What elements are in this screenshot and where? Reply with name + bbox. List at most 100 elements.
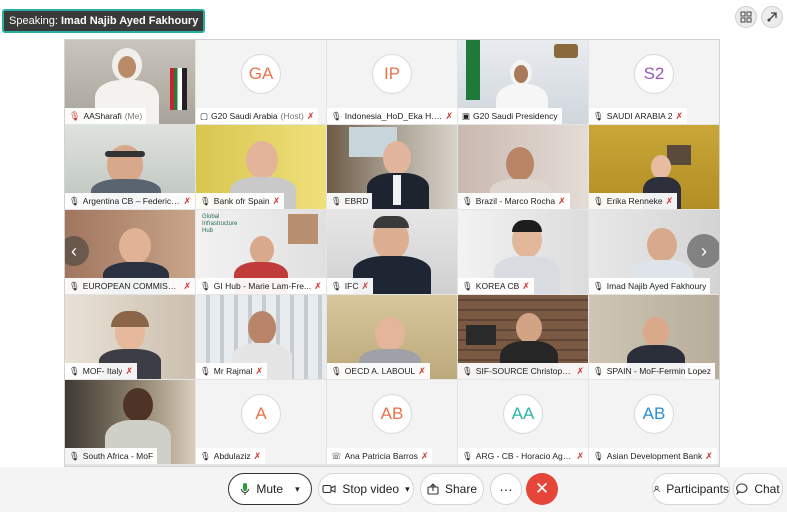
participant-name: MOF- Italy bbox=[82, 366, 123, 376]
video-tile[interactable]: A 🎙 Abdulaziz ✗ bbox=[196, 380, 326, 464]
video-tile[interactable]: 🎙 AASharafi (Me) bbox=[65, 40, 195, 124]
tile-label: 🎙 Mr Rajmal ✗ bbox=[196, 363, 268, 379]
tile-label: 🎙 EBRD bbox=[327, 193, 373, 209]
mute-label: Mute bbox=[256, 482, 284, 496]
video-tile[interactable]: 🎙 Mr Rajmal ✗ bbox=[196, 295, 326, 379]
tile-label: 🎙 Abdulaziz ✗ bbox=[196, 448, 266, 464]
participant-role: (Host) bbox=[280, 111, 304, 121]
video-tile[interactable]: ‹ 🎙 EUROPEAN COMMISSION ✗ bbox=[65, 210, 195, 294]
microphone-icon: 🎙 bbox=[331, 280, 342, 291]
participant-name: Brazil - Marco Rocha bbox=[475, 196, 556, 206]
tile-label: 🎙 Brazil - Marco Rocha ✗ bbox=[458, 193, 570, 209]
chevron-left-icon: ‹ bbox=[71, 240, 77, 261]
close-icon: ✕ bbox=[534, 479, 550, 498]
layout-button[interactable] bbox=[735, 6, 757, 28]
mic-muted-icon: ✗ bbox=[576, 450, 584, 461]
microphone-icon: 🎙 bbox=[200, 365, 211, 376]
video-tile[interactable]: 🎙 SPAIN - MoF-Fermin Lopez bbox=[589, 295, 719, 379]
chevron-down-icon[interactable]: ▾ bbox=[405, 484, 410, 495]
mic-muted-icon: ✗ bbox=[558, 195, 566, 206]
participant-name: Asian Development Bank bbox=[606, 451, 703, 461]
video-tile[interactable]: AB 🎙 Asian Development Bank ✗ bbox=[589, 380, 719, 464]
microphone-icon: 🎙 bbox=[462, 195, 473, 206]
video-tile[interactable]: 🎙 MOF- Italy ✗ bbox=[65, 295, 195, 379]
participant-name: SPAIN - MoF-Fermin Lopez bbox=[606, 366, 712, 376]
speaking-prefix: Speaking: bbox=[9, 15, 61, 27]
participant-name: Indonesia_HoD_Eka H. P... bbox=[344, 111, 443, 121]
video-tile[interactable]: AA 🎙 ARG - CB - Horacio Agu... ✗ bbox=[458, 380, 588, 464]
participant-name: AASharafi bbox=[83, 111, 122, 121]
participant-avatar: S2 bbox=[634, 54, 674, 94]
participant-name: Erika Renneke bbox=[606, 196, 663, 206]
tile-label: 🎙 IFC ✗ bbox=[327, 278, 374, 294]
mic-muted-icon: ✗ bbox=[314, 280, 322, 291]
video-tile[interactable]: 🎙 EBRD bbox=[327, 125, 457, 209]
participant-avatar: GA bbox=[241, 54, 281, 94]
video-tile[interactable]: 🎙 Erika Renneke ✗ bbox=[589, 125, 719, 209]
microphone-icon: 🎙 bbox=[462, 450, 473, 461]
more-icon: … bbox=[499, 478, 513, 494]
video-tile-active-speaker[interactable]: › 🎙 Imad Najib Ayed Fakhoury bbox=[589, 210, 719, 294]
microphone-icon: 🎙 bbox=[593, 195, 604, 206]
speaking-indicator: Speaking: Imad Najib Ayed Fakhoury bbox=[2, 9, 206, 33]
tile-label: 🎙 Asian Development Bank ✗ bbox=[589, 448, 717, 464]
video-tile[interactable]: 🎙 Bank ofr Spain ✗ bbox=[196, 125, 326, 209]
microphone-icon: 🎙 bbox=[331, 110, 342, 121]
chat-button[interactable]: Chat bbox=[733, 473, 783, 505]
tile-label: 🎙 OECD A. LABOUL ✗ bbox=[327, 363, 430, 379]
participant-avatar: AA bbox=[503, 394, 543, 434]
video-tile[interactable]: GA ▢ G20 Saudi Arabia (Host) ✗ bbox=[196, 40, 326, 124]
share-button[interactable]: Share bbox=[420, 473, 484, 505]
mute-button[interactable]: Mute ▾ bbox=[228, 473, 312, 505]
video-tile[interactable]: S2 🎙 SAUDI ARABIA 2 ✗ bbox=[589, 40, 719, 124]
participant-name: Argentina CB – Federico... bbox=[82, 196, 181, 206]
participant-avatar: IP bbox=[372, 54, 412, 94]
chevron-down-icon[interactable]: ▾ bbox=[295, 484, 300, 495]
more-options-button[interactable]: … bbox=[490, 473, 522, 505]
participant-name: Bank ofr Spain bbox=[213, 196, 270, 206]
next-page-button[interactable]: › bbox=[687, 234, 719, 268]
video-tile[interactable]: 🎙 Argentina CB – Federico... ✗ bbox=[65, 125, 195, 209]
connection-icon bbox=[767, 12, 777, 22]
microphone-icon: 🎙 bbox=[69, 110, 81, 121]
video-tile[interactable]: IP 🎙 Indonesia_HoD_Eka H. P... ✗ bbox=[327, 40, 457, 124]
video-tile[interactable]: ▣ G20 Saudi Presidency bbox=[458, 40, 588, 124]
video-tile[interactable]: 🎙 OECD A. LABOUL ✗ bbox=[327, 295, 457, 379]
video-tile[interactable]: AB ☏ Ana Patricia Barros ✗ bbox=[327, 380, 457, 464]
mic-muted-icon: ✗ bbox=[306, 110, 315, 121]
video-tile[interactable]: 🎙 SIF-SOURCE Christophe ... ✗ bbox=[458, 295, 588, 379]
participants-button[interactable]: Participants bbox=[652, 473, 730, 505]
participant-name: Imad Najib Ayed Fakhoury bbox=[606, 281, 707, 291]
video-tile[interactable]: 🎙 Brazil - Marco Rocha ✗ bbox=[458, 125, 588, 209]
microphone-icon: 🎙 bbox=[331, 195, 342, 206]
mic-muted-icon: ✗ bbox=[361, 280, 370, 291]
mic-muted-icon: ✗ bbox=[420, 450, 429, 461]
tile-label: 🎙 South Africa - MoF bbox=[65, 448, 158, 464]
participant-role: (Me) bbox=[124, 111, 143, 121]
microphone-icon: 🎙 bbox=[593, 280, 604, 291]
participant-name: EUROPEAN COMMISSION bbox=[82, 281, 181, 291]
participant-name: G20 Saudi Presidency bbox=[473, 111, 558, 121]
participant-avatar: AB bbox=[372, 394, 412, 434]
microphone-icon: 🎙 bbox=[200, 450, 211, 461]
participant-name: Mr Rajmal bbox=[213, 366, 253, 376]
microphone-icon: 🎙 bbox=[593, 110, 604, 121]
tile-label: 🎙 Imad Najib Ayed Fakhoury bbox=[589, 278, 711, 294]
connection-button[interactable] bbox=[761, 6, 783, 28]
video-tile[interactable]: 🎙 KOREA CB ✗ bbox=[458, 210, 588, 294]
stop-video-button[interactable]: Stop video ▾ bbox=[318, 473, 414, 505]
tile-label: 🎙 MOF- Italy ✗ bbox=[65, 363, 138, 379]
mic-muted-icon: ✗ bbox=[705, 450, 713, 461]
participant-name: South Africa - MoF bbox=[82, 451, 154, 461]
tile-label: 🎙 Erika Renneke ✗ bbox=[589, 193, 678, 209]
participant-name: GI Hub - Marie Lam-Fre... bbox=[213, 281, 312, 291]
video-tile[interactable]: 🎙 IFC ✗ bbox=[327, 210, 457, 294]
end-meeting-button[interactable]: ✕ bbox=[526, 473, 558, 505]
mic-muted-icon: ✗ bbox=[255, 365, 264, 376]
mic-muted-icon: ✗ bbox=[183, 280, 191, 291]
video-tile[interactable]: Global Infrastructure Hub 🎙 GI Hub - Mari… bbox=[196, 210, 326, 294]
microphone-icon: 🎙 bbox=[593, 450, 604, 461]
video-tile[interactable]: 🎙 South Africa - MoF bbox=[65, 380, 195, 464]
mic-muted-icon: ✗ bbox=[125, 365, 134, 376]
tile-label: 🎙 Argentina CB – Federico... ✗ bbox=[65, 193, 195, 209]
